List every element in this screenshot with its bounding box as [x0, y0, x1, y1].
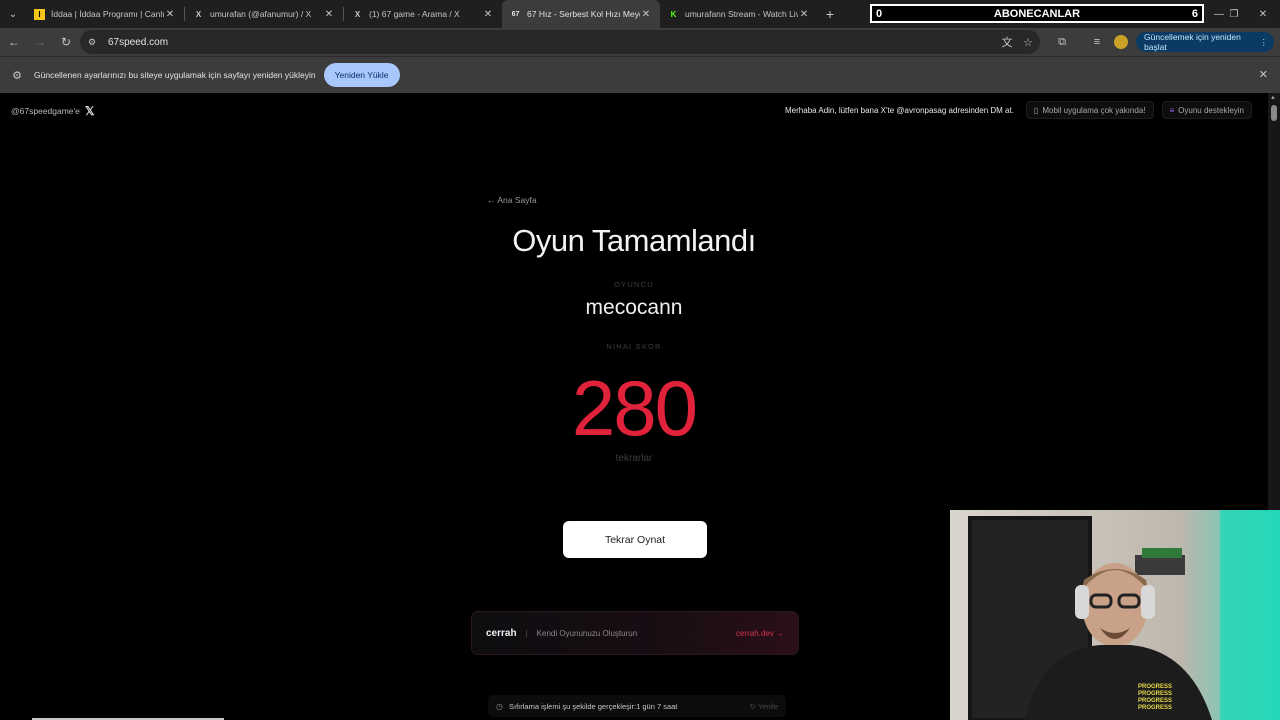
clock-icon: ◷ [496, 701, 503, 711]
mobile-app-label: Mobil uygulama çok yakında! [1042, 105, 1146, 115]
reload-infobar: ⚙ Güncellenen ayarlarınızı bu siteye uyg… [0, 56, 1280, 93]
forward-arrow-icon[interactable]: → [28, 30, 52, 54]
kick-logo-icon: K [670, 9, 677, 19]
tab-title: 67 Hız - Serbest Kol Hızı Meydan Okuması [527, 9, 640, 19]
reset-timer-bar: ◷ Sıfırlama işlemi şu şekilde gerçekleşi… [488, 695, 786, 717]
tab-title: (1) 67 game - Arama / X [369, 9, 460, 19]
svg-text:PROGRESS: PROGRESS [1138, 691, 1172, 697]
close-tab-icon[interactable]: ✕ [640, 9, 652, 20]
promo-link[interactable]: cerrah.dev → [736, 629, 784, 638]
player-name: mecocann [585, 296, 683, 319]
restart-to-update-button[interactable]: Güncellemek için yeniden başlat ⋮ [1136, 32, 1274, 52]
subscriber-count-left: 0 [876, 7, 883, 20]
page-title: Oyun Tamamlandı [512, 223, 756, 258]
translate-icon[interactable]: 文 [999, 34, 1015, 50]
promo-brand: cerrah [486, 627, 517, 639]
address-bar[interactable]: ⚙ 67speed.com [80, 30, 1040, 54]
mobile-app-badge[interactable]: ▯ Mobil uygulama çok yakında! [1025, 101, 1154, 119]
close-tab-icon[interactable]: ✕ [482, 9, 494, 20]
final-score-label: NİHAİ SKOR [606, 342, 662, 351]
67speed-favicon-icon: 67 [511, 10, 520, 18]
refresh-link[interactable]: ↻ Yenile [750, 702, 778, 711]
webcam-feed: PROGRESS PROGRESS PROGRESS PROGRESS [950, 510, 1280, 720]
tab-title: umurafann Stream - Watch Live on Kick [685, 9, 798, 19]
scroll-up-arrow-icon[interactable]: ▲ [1270, 95, 1276, 101]
new-tab-icon[interactable]: + [818, 6, 842, 22]
cerrah-promo-banner[interactable]: cerrah | Kendi Oyununuzu Oluşturun cerra… [471, 611, 799, 655]
close-tab-icon[interactable]: ✕ [164, 9, 176, 20]
player-label: OYUNCU [614, 280, 654, 289]
back-arrow-icon[interactable]: ← [2, 30, 26, 54]
iddaa-favicon-icon: I [34, 8, 45, 20]
infobar-message: Güncellenen ayarlarınızı bu siteye uygul… [34, 70, 316, 80]
brand-handle: @67speedgame'e [11, 106, 80, 116]
x-logo-icon: 𝕏 [84, 104, 95, 118]
svg-text:PROGRESS: PROGRESS [1138, 705, 1172, 711]
restore-window-icon[interactable]: ❐ [1219, 0, 1249, 28]
webcam-overlay: PROGRESS PROGRESS PROGRESS PROGRESS [950, 510, 1280, 720]
site-settings-icon[interactable]: ⚙ [88, 37, 100, 48]
bookmark-star-icon[interactable]: ☆ [1020, 34, 1036, 50]
close-infobar-icon[interactable]: ✕ [1259, 68, 1268, 81]
tab-title: umurafan (@afanumur) / X [210, 9, 312, 19]
tab-x-profile[interactable]: X umurafan (@afanumur) / X ✕ [185, 0, 343, 28]
promo-text: Kendi Oyununuzu Oluşturun [536, 628, 638, 638]
final-score: 280 [571, 364, 698, 452]
reload-page-button[interactable]: Yeniden Yükle [323, 63, 400, 87]
home-back-link[interactable]: ← Ana Sayfa [487, 195, 537, 205]
close-tab-icon[interactable]: ✕ [798, 9, 810, 20]
score-unit: tekrarlar [615, 453, 653, 464]
profile-avatar-icon[interactable] [1113, 34, 1129, 50]
tab-x-search[interactable]: X (1) 67 game - Arama / X ✕ [344, 0, 502, 28]
x-logo-icon: X [354, 9, 361, 19]
phone-icon: ▯ [1033, 105, 1039, 115]
close-tab-icon[interactable]: ✕ [323, 9, 335, 20]
play-again-button[interactable]: Tekrar Oynat [563, 521, 707, 558]
tab-iddaa[interactable]: I İddaa | İddaa Programı | Canlı İddaa ✕ [26, 0, 184, 28]
reset-timer-text: Sıfırlama işlemi şu şekilde gerçekleşir:… [508, 701, 678, 711]
tab-search-chevron-icon[interactable]: ⌄ [0, 0, 26, 28]
dm-message: Merhaba Adin, lütfen bana X'te @avronpas… [785, 105, 1014, 115]
svg-text:PROGRESS: PROGRESS [1138, 698, 1172, 704]
restart-label: Güncellemek için yeniden başlat [1144, 32, 1241, 52]
subscriber-overlay: 0 ABONECANLAR 6 [870, 4, 1204, 23]
support-label: Oyunu destekleyin [1178, 105, 1244, 115]
support-game-button[interactable]: ≡ Oyunu destekleyin [1161, 101, 1252, 119]
reload-icon[interactable]: ↻ [54, 30, 78, 54]
browser-toolbar: ← → ↻ ⚙ 67speed.com 文 ☆ ⧉ ≡ Güncellemek … [0, 28, 1280, 56]
tab-kick-stream[interactable]: K umurafann Stream - Watch Live on Kick … [660, 0, 818, 28]
solana-icon: ≡ [1169, 105, 1175, 115]
tab-67speed[interactable]: 67 67 Hız - Serbest Kol Hızı Meydan Okum… [502, 0, 660, 28]
refresh-label: Yenile [757, 701, 778, 711]
subscriber-count-right: 6 [1191, 7, 1198, 20]
url-text: 67speed.com [108, 36, 169, 48]
kebab-menu-icon[interactable]: ⋮ [1260, 37, 1269, 48]
svg-text:PROGRESS: PROGRESS [1138, 684, 1172, 690]
promo-divider: | [525, 628, 528, 638]
x-logo-icon: X [195, 9, 202, 19]
site-brand[interactable]: @67speedgame'e 𝕏 [11, 104, 95, 118]
scrollbar-thumb[interactable] [1271, 105, 1277, 121]
tab-title: İddaa | İddaa Programı | Canlı İddaa [51, 9, 164, 19]
extensions-puzzle-icon[interactable]: ⧉ [1054, 34, 1070, 50]
media-controls-icon[interactable]: ≡ [1089, 34, 1105, 50]
subscriber-label: ABONECANLAR [993, 7, 1081, 20]
close-window-icon[interactable]: ✕ [1248, 0, 1278, 28]
header-actions: Merhaba Adin, lütfen bana X'te @avronpas… [785, 101, 1252, 119]
settings-gear-icon: ⚙ [12, 69, 22, 82]
